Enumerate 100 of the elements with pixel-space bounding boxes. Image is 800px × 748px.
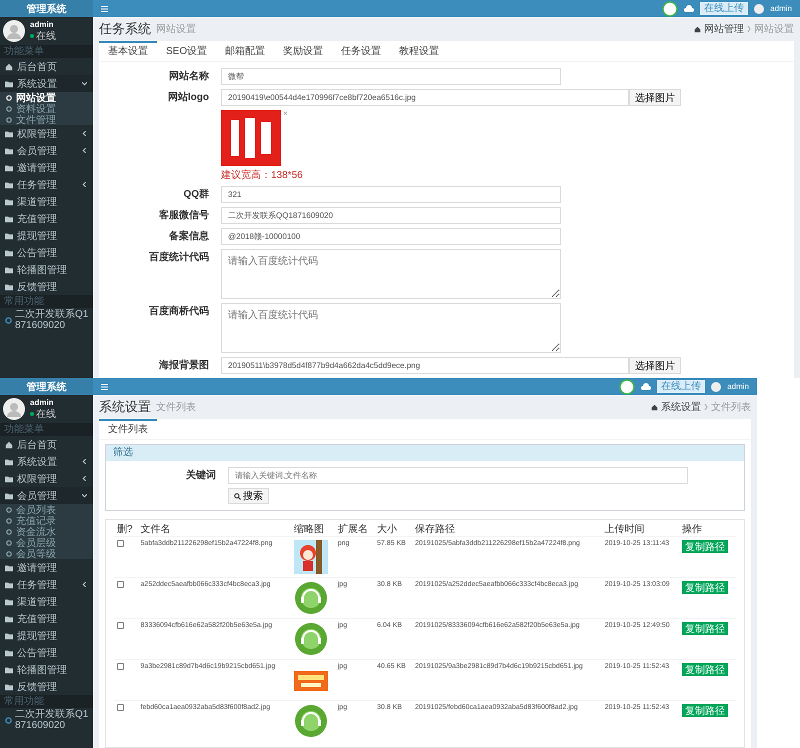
menu-item[interactable]: 公告管理 <box>0 244 93 261</box>
circle-icon <box>6 106 12 112</box>
status-dot-icon <box>30 412 34 416</box>
menu-item[interactable]: 轮播图管理 <box>0 261 93 278</box>
field-label: QQ群 <box>182 188 209 202</box>
status-dot-icon <box>30 34 34 38</box>
submenu-item[interactable]: 网站设置 <box>0 92 93 103</box>
field-label: 关键词 <box>185 468 216 483</box>
folder-icon <box>5 180 13 188</box>
submenu-item[interactable]: 会员列表 <box>0 504 93 515</box>
file-path-field[interactable]: 20190511\b3978d5d4f877b9d4a662da4c5dd9ece.png <box>221 357 629 374</box>
menu-item[interactable]: 后台首页 <box>0 436 93 453</box>
folder-icon <box>5 598 13 606</box>
menu-item[interactable]: 会员管理 <box>0 487 93 504</box>
page-subtitle: 文件列表 <box>156 400 196 414</box>
home-icon <box>651 404 658 410</box>
folder-icon <box>5 580 13 588</box>
submenu-item[interactable]: 会员等级 <box>0 548 93 559</box>
tab[interactable]: 任务设置 <box>332 41 390 61</box>
brand-title: 管理系统 <box>0 0 93 17</box>
submenu-item[interactable]: 资料设置 <box>0 103 93 114</box>
keyword-field[interactable]: 请输入关键词,文件名称 <box>228 467 688 484</box>
menu-item[interactable]: 邀请管理 <box>0 559 93 576</box>
menu-item[interactable]: 公告管理 <box>0 644 93 661</box>
row-checkbox[interactable] <box>117 663 124 670</box>
submenu-item[interactable]: 资金流水 <box>0 526 93 537</box>
menu-item[interactable]: 充值管理 <box>0 610 93 627</box>
text-field[interactable]: 二次开发联系QQ1871609020 <box>221 207 561 224</box>
menu-item[interactable]: 提现管理 <box>0 627 93 644</box>
menu-item[interactable]: 任务管理 <box>0 176 93 193</box>
chevron-icon <box>704 404 708 410</box>
breadcrumb-link[interactable]: 网站管理 <box>704 22 744 36</box>
text-field[interactable]: 321 <box>221 186 561 203</box>
user-status: 在线 <box>36 408 56 420</box>
circle-icon <box>6 540 12 546</box>
menu-item[interactable]: 后台首页 <box>0 58 93 75</box>
menu-item[interactable]: 轮播图管理 <box>0 661 93 678</box>
menu-item[interactable]: 邀请管理 <box>0 159 93 176</box>
menu-item[interactable]: 充值管理 <box>0 210 93 227</box>
menu-item[interactable]: 会员管理 <box>0 142 93 159</box>
avatar-icon <box>754 4 764 14</box>
column-header: 文件名 <box>138 522 292 536</box>
folder-icon <box>5 80 13 88</box>
submenu-item[interactable]: 会员层级 <box>0 537 93 548</box>
circle-icon <box>6 506 12 512</box>
page-subtitle: 网站设置 <box>156 22 196 36</box>
row-checkbox[interactable] <box>117 704 124 711</box>
text-field[interactable]: 微帮 <box>221 68 561 85</box>
column-header: 保存路径 <box>412 522 602 536</box>
column-header: 上传时间 <box>602 522 680 536</box>
menu-item[interactable]: 二次开发联系Q1871609020 <box>0 708 93 731</box>
choose-image-button[interactable]: 选择图片 <box>629 89 681 106</box>
breadcrumb-link[interactable]: 系统设置 <box>661 400 701 414</box>
menu-item[interactable]: 系统设置 <box>0 453 93 470</box>
field-label: 海报背景图 <box>158 358 209 373</box>
file-path-field[interactable]: 20190419\e00544d4e170996f7ce8bf720ea6516c.jpg <box>221 89 629 106</box>
circle-icon <box>6 528 12 534</box>
menu-item[interactable]: 系统设置 <box>0 75 93 92</box>
row-checkbox[interactable] <box>117 540 124 547</box>
filter-panel-title: 筛选 <box>106 445 744 461</box>
menu-item[interactable]: 权限管理 <box>0 125 93 142</box>
header-user-name[interactable]: admin <box>727 382 749 391</box>
tab[interactable]: 奖励设置 <box>274 41 332 61</box>
folder-icon <box>5 648 13 656</box>
row-checkbox[interactable] <box>117 622 124 629</box>
size-hint: 建议宽高：138*56 <box>221 168 304 182</box>
avatar-icon <box>711 382 722 392</box>
brand-title: 管理系统 <box>0 378 93 395</box>
submenu-item[interactable]: 充值记录 <box>0 515 93 526</box>
menu-item[interactable]: 提现管理 <box>0 227 93 244</box>
code-textarea[interactable]: 请输入百度统计代码 <box>221 303 561 353</box>
folder-icon <box>5 474 13 482</box>
tab[interactable]: SEO设置 <box>157 41 216 61</box>
menu-section-title: 常用功能 <box>0 295 93 308</box>
tab[interactable]: 教程设置 <box>390 41 448 61</box>
text-field[interactable]: @2018赣-10000100 <box>221 228 561 245</box>
tab[interactable]: 邮箱配置 <box>216 41 274 61</box>
cloud-icon <box>684 4 694 12</box>
menu-item[interactable]: 反馈管理 <box>0 678 93 695</box>
header-user-name[interactable]: admin <box>770 4 792 13</box>
row-checkbox[interactable] <box>117 581 124 588</box>
menu-item[interactable]: 渠道管理 <box>0 593 93 610</box>
column-header: 大小 <box>374 522 412 536</box>
folder-icon <box>5 266 13 274</box>
menu-item[interactable]: 任务管理 <box>0 576 93 593</box>
menu-item[interactable]: 渠道管理 <box>0 193 93 210</box>
menu-item[interactable]: 权限管理 <box>0 470 93 487</box>
folder-icon <box>5 282 13 290</box>
submenu-item[interactable]: 文件管理 <box>0 114 93 125</box>
choose-image-button[interactable]: 选择图片 <box>629 357 681 374</box>
caret-icon <box>82 131 87 136</box>
menu-section-title: 功能菜单 <box>0 45 93 58</box>
menu-item[interactable]: 二次开发联系Q1871609020 <box>0 308 93 331</box>
search-button[interactable]: 搜索 <box>228 488 269 504</box>
menu-item[interactable]: 反馈管理 <box>0 278 93 295</box>
folder-icon <box>5 164 13 172</box>
circle-icon <box>6 518 12 524</box>
code-textarea[interactable]: 请输入百度统计代码 <box>221 249 561 299</box>
field-label: 百度商桥代码 <box>148 304 209 319</box>
field-label: 网站名称 <box>168 70 209 84</box>
